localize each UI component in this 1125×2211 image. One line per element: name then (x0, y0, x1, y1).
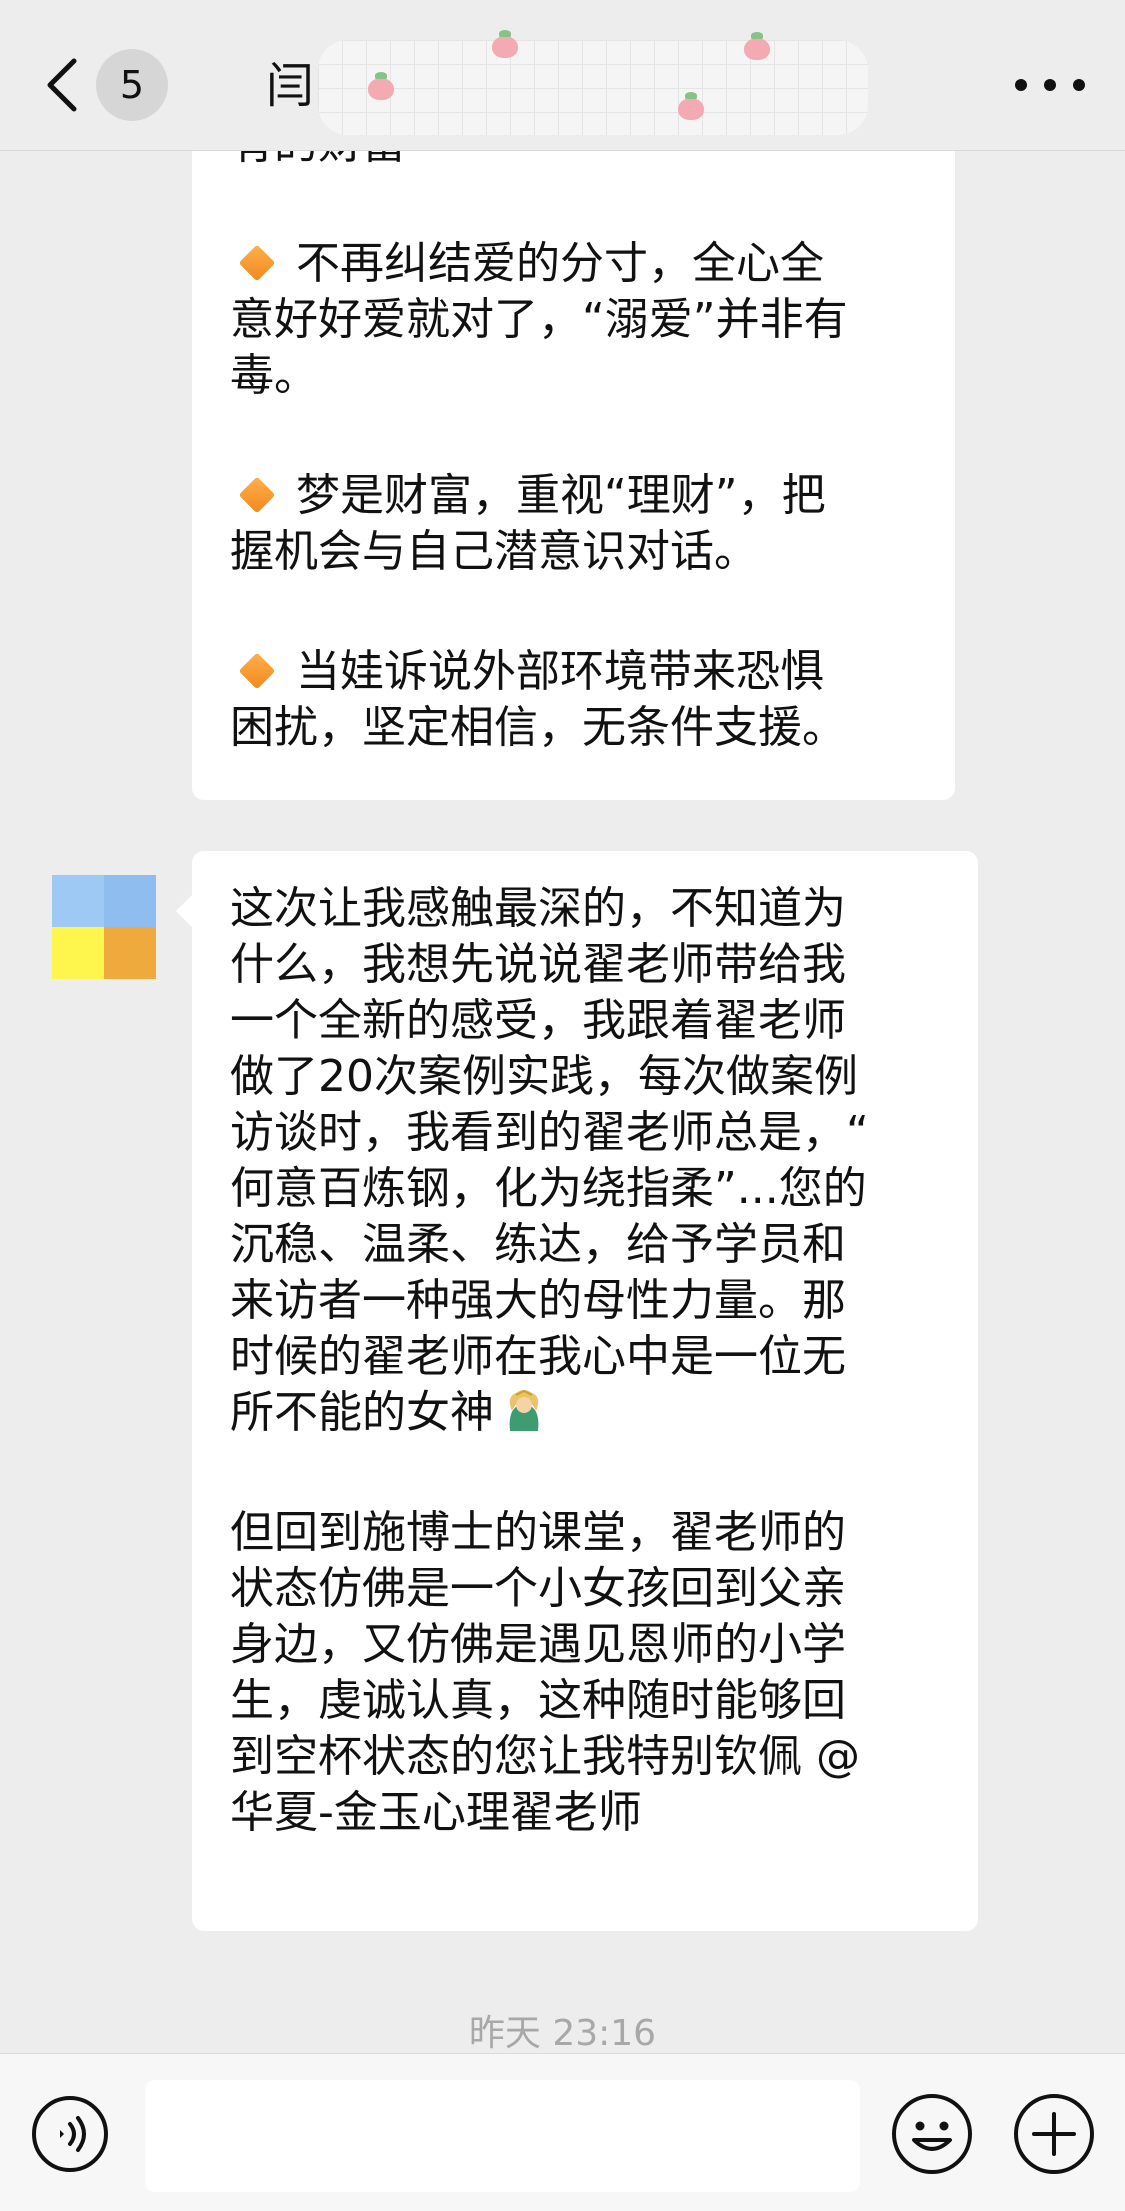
more-dot (1044, 79, 1056, 91)
message-line: 身边，又仿佛是遇见恩师的小学 (230, 1619, 846, 1670)
message-bubble[interactable]: 这次让我感触最深的，不知道为 什么，我想先说说翟老师带给我 一个全新的感受，我跟… (176, 851, 978, 1931)
message-line: 困扰，坚定相信，无条件支援。 (230, 702, 846, 753)
bullet-line: 梦是财富，重视“理财”，把 (230, 468, 919, 524)
orange-diamond-icon (238, 476, 276, 514)
more-options-button[interactable] (1015, 60, 1085, 110)
message-line: 毒。 (230, 350, 318, 401)
message-line: 时候的翟老师在我心中是一位无 (230, 1331, 846, 1382)
message-line: 但回到施博士的课堂，翟老师的 (230, 1507, 846, 1558)
message-line: 状态仿佛是一个小女孩回到父亲 (230, 1563, 846, 1614)
message-line: 何意百炼钢，化为绕指柔”...您的 (230, 1163, 867, 1214)
chat-header: 5 闫 (0, 0, 1125, 151)
bullet-line: 当娃诉说外部环境带来恐惧 (230, 644, 919, 700)
message-line: 来访者一种强大的母性力量。那 (230, 1275, 846, 1326)
message-line: 什么，我想先说说翟老师带给我 (230, 939, 846, 990)
message-line: 华夏-金玉心理翟老师 (230, 1787, 642, 1838)
bullet-line: 不再纠结爱的分寸，全心全 (230, 236, 919, 292)
goddess-emoji-icon (509, 1389, 539, 1431)
sender-avatar[interactable] (52, 875, 156, 979)
voice-icon[interactable] (30, 2094, 110, 2174)
message-line: 握机会与自己潜意识对话。 (230, 526, 758, 577)
message-line: 到空杯状态的您让我特别钦佩 @ (230, 1731, 860, 1782)
message-line: 生，虔诚认真，这种随时能够回 (230, 1675, 846, 1726)
message-input[interactable] (145, 2080, 860, 2192)
message-timestamp: 昨天 23:16 (468, 2013, 657, 2054)
message-line: 访谈时，我看到的翟老师总是，“ (230, 1107, 869, 1158)
title-redaction (318, 30, 868, 135)
message-bubble[interactable]: 有的财富 不再纠结爱的分寸，全心全 意好好爱就对了，“溺爱”并非有 毒。 梦是财… (192, 80, 955, 800)
more-dot (1015, 79, 1027, 91)
back-button[interactable]: 5 (40, 45, 220, 125)
orange-diamond-icon (238, 652, 276, 690)
smiley-icon[interactable] (890, 2092, 974, 2176)
plus-icon[interactable] (1012, 2092, 1096, 2176)
unread-count-badge: 5 (96, 49, 168, 121)
message-line: 沉稳、温柔、练达，给予学员和 (230, 1219, 846, 1270)
orange-diamond-icon (238, 244, 276, 282)
input-bar (0, 2053, 1125, 2211)
chevron-left-icon (47, 58, 77, 112)
message-line: 一个全新的感受，我跟着翟老师 (230, 995, 846, 1046)
message-line: 意好好爱就对了，“溺爱”并非有 (230, 294, 848, 345)
chat-title[interactable]: 闫 (266, 56, 314, 116)
message-line: 做了20次案例实践，每次做案例 (230, 1051, 858, 1102)
message-line: 这次让我感触最深的，不知道为 (230, 883, 846, 934)
more-dot (1073, 79, 1085, 91)
message-line: 所不能的女神 (230, 1385, 948, 1441)
